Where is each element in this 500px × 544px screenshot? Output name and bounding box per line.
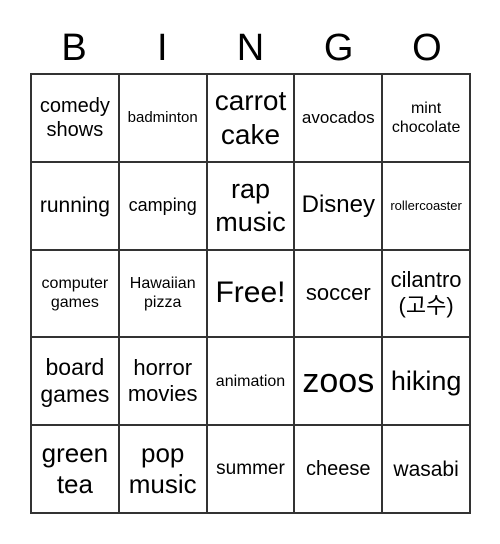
bingo-cell[interactable]: comedy shows	[31, 74, 119, 162]
bingo-cell[interactable]: rap music	[206, 161, 295, 250]
bingo-cell[interactable]: badminton	[118, 74, 207, 162]
bingo-cell[interactable]: hiking	[382, 337, 470, 426]
bingo-cell[interactable]: pop music	[118, 425, 207, 513]
bingo-cell[interactable]: avocados	[294, 74, 383, 162]
bingo-grid: comedy shows badminton carrot cake avoca…	[30, 73, 471, 514]
bingo-cell[interactable]: cilantro (고수)	[382, 249, 470, 338]
header-letter-b: B	[61, 27, 87, 69]
bingo-header: B I N G O	[30, 24, 471, 72]
header-letter-g: G	[323, 27, 354, 69]
bingo-cell[interactable]: computer games	[31, 249, 119, 338]
bingo-cell[interactable]: camping	[118, 161, 207, 250]
header-letter-n: N	[236, 27, 265, 69]
header-letter-o: O	[412, 27, 442, 69]
bingo-cell[interactable]: running	[31, 161, 119, 250]
bingo-cell[interactable]: Disney	[294, 161, 383, 250]
bingo-cell[interactable]: zoos	[294, 337, 383, 426]
bingo-cell[interactable]: wasabi	[382, 425, 470, 513]
header-letter-i: I	[157, 27, 168, 69]
bingo-cell[interactable]: soccer	[294, 249, 383, 338]
bingo-cell[interactable]: green tea	[31, 425, 119, 513]
bingo-cell[interactable]: rollercoaster	[382, 161, 470, 250]
bingo-cell[interactable]: board games	[31, 337, 119, 426]
bingo-cell[interactable]: cheese	[294, 425, 383, 513]
bingo-cell[interactable]: mint chocolate	[382, 74, 470, 162]
bingo-cell[interactable]: animation	[206, 337, 295, 426]
bingo-cell[interactable]: Hawaiian pizza	[118, 249, 207, 338]
bingo-cell[interactable]: carrot cake	[206, 74, 295, 162]
free-space-cell[interactable]: Free!	[206, 249, 295, 338]
bingo-cell[interactable]: horror movies	[118, 337, 207, 426]
bingo-cell[interactable]: summer	[206, 425, 295, 513]
